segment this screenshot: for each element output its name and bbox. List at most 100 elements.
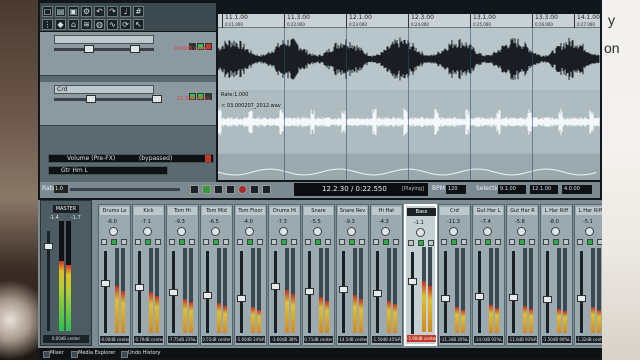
- pan-knob[interactable]: [152, 95, 162, 103]
- selection-end[interactable]: 12.1.00: [530, 185, 558, 194]
- lock-icon[interactable]: ◍: [94, 19, 105, 30]
- timeline-ruler[interactable]: 11.1.00 0:21.000 11.3.00 0:22.000 12.1.00 0…: [218, 14, 600, 28]
- mute-icon[interactable]: [339, 239, 345, 245]
- ripple-icon[interactable]: ≋: [81, 19, 92, 30]
- pan-knob[interactable]: [313, 227, 322, 236]
- snap-icon[interactable]: ⌂: [68, 19, 79, 30]
- channel-strip[interactable]: Tom Floor -4.0 -5.60dB 24%R: [234, 204, 267, 346]
- solo-icon[interactable]: [155, 239, 161, 245]
- channel-fader[interactable]: [373, 290, 382, 297]
- channel-strip[interactable]: L Har Riff -5.1 -1.32dB center: [574, 204, 602, 346]
- loop-toggle-icon[interactable]: [250, 185, 259, 194]
- channel-strip[interactable]: Tom Hi -9.3 -7.75dB 23%L: [166, 204, 199, 346]
- volume-knob[interactable]: [86, 95, 96, 103]
- mute-icon[interactable]: [543, 239, 549, 245]
- fx-icon[interactable]: [553, 239, 559, 245]
- pan-knob[interactable]: [381, 227, 390, 236]
- fx-icon[interactable]: [281, 239, 287, 245]
- channel-fader[interactable]: [577, 295, 586, 302]
- fx-icon[interactable]: [587, 239, 593, 245]
- channel-fader[interactable]: [339, 286, 348, 293]
- pan-knob[interactable]: [449, 227, 458, 236]
- pause-icon[interactable]: [214, 185, 223, 194]
- channel-fader[interactable]: [101, 280, 110, 287]
- solo-icon[interactable]: [223, 239, 229, 245]
- mute-icon[interactable]: [101, 239, 107, 245]
- mute-icon[interactable]: [441, 239, 447, 245]
- track-short-label[interactable]: Gtr Hm L: [48, 166, 168, 175]
- channel-fader[interactable]: [408, 278, 417, 285]
- time-display[interactable]: 12.2.30 / 0:22.550 [Playing]: [294, 183, 428, 196]
- track-header[interactable]: Crd -11.3dB 20%L: [40, 82, 216, 126]
- master-fader[interactable]: [44, 243, 53, 250]
- pan-knob[interactable]: [245, 227, 254, 236]
- envelope-lane-label[interactable]: Volume (Pre-FX) (bypassed): [48, 154, 214, 163]
- close-icon[interactable]: [205, 155, 211, 162]
- pan-knob[interactable]: [347, 227, 356, 236]
- fx-icon[interactable]: [349, 239, 355, 245]
- new-project-icon[interactable]: □: [42, 6, 53, 17]
- bpm-field[interactable]: 120: [446, 185, 466, 194]
- solo-icon[interactable]: [597, 239, 602, 245]
- mute-icon[interactable]: [169, 239, 175, 245]
- channel-strip[interactable]: Bass -1.1 -5.90dB center: [404, 204, 437, 346]
- mute-icon[interactable]: [408, 240, 414, 246]
- solo-icon[interactable]: [461, 239, 467, 245]
- channel-fader[interactable]: [509, 294, 518, 301]
- envelope-icon[interactable]: ∿: [107, 19, 118, 30]
- solo-icon[interactable]: [189, 239, 195, 245]
- mute-icon[interactable]: [305, 239, 311, 245]
- channel-name[interactable]: Hi Hat: [372, 207, 401, 215]
- fx-icon[interactable]: [485, 239, 491, 245]
- channel-strip[interactable]: L Har Riff -8.0 -1.50dB 90%L: [540, 204, 573, 346]
- channel-strip[interactable]: Kick -7.1 -0.79dB center: [132, 204, 165, 346]
- mute-icon[interactable]: [509, 239, 515, 245]
- fx-icon[interactable]: [247, 239, 253, 245]
- channel-fader[interactable]: [169, 289, 178, 296]
- play-icon[interactable]: [202, 185, 211, 194]
- channel-fader[interactable]: [305, 288, 314, 295]
- channel-strip[interactable]: Snare -5.5 0.71dB center: [302, 204, 335, 346]
- solo-icon[interactable]: [291, 239, 297, 245]
- channel-fader[interactable]: [237, 295, 246, 302]
- track-header[interactable]: -0.60dB center: [40, 32, 216, 76]
- solo-icon[interactable]: [325, 239, 331, 245]
- pan-knob[interactable]: [109, 227, 118, 236]
- mute-icon[interactable]: [475, 239, 481, 245]
- channel-name[interactable]: Tom Mid: [202, 207, 231, 215]
- pan-knob[interactable]: [279, 227, 288, 236]
- fx-icon[interactable]: [451, 239, 457, 245]
- channel-strip[interactable]: Drums Hi -7.3 -3.60dB 38%: [268, 204, 301, 346]
- undo-icon[interactable]: ↶: [94, 6, 105, 17]
- master-strip[interactable]: MASTER -1.4 -1.7 0.00dB center: [40, 200, 92, 346]
- selection-start[interactable]: 9.1.00: [498, 185, 526, 194]
- pan-knob[interactable]: [211, 227, 220, 236]
- mute-icon[interactable]: [203, 239, 209, 245]
- channel-name[interactable]: Snare: [304, 207, 333, 215]
- solo-icon[interactable]: [257, 239, 263, 245]
- channel-strip[interactable]: Snare Rev -9.3 -14.5dB center: [336, 204, 369, 346]
- mute-icon[interactable]: [373, 239, 379, 245]
- solo-icon[interactable]: [529, 239, 535, 245]
- channel-strip[interactable]: Hi Hat -4.3 -1.50dB 45%R: [370, 204, 403, 346]
- channel-fader[interactable]: [203, 292, 212, 299]
- channel-strip[interactable]: Gut Har L -7.4 -14.0dB 92%L: [472, 204, 505, 346]
- audio-item-lane[interactable]: [218, 28, 600, 90]
- go-end-icon[interactable]: [262, 185, 271, 194]
- pan-knob[interactable]: [416, 228, 425, 237]
- fx-icon[interactable]: [145, 239, 151, 245]
- channel-name[interactable]: Gut Har R: [508, 207, 537, 215]
- envelope-lane[interactable]: [218, 154, 600, 180]
- channel-name[interactable]: L Har Riff: [542, 207, 571, 215]
- channel-name[interactable]: Tom Floor: [236, 207, 265, 215]
- track-name[interactable]: Crd: [54, 85, 154, 94]
- channel-name[interactable]: Drums Lo: [100, 207, 129, 215]
- solo-icon[interactable]: [121, 239, 127, 245]
- metronome-icon[interactable]: ♩: [120, 6, 131, 17]
- pan-knob[interactable]: [143, 227, 152, 236]
- channel-fader[interactable]: [441, 295, 450, 302]
- track-name[interactable]: [54, 35, 154, 44]
- tab-undo-history[interactable]: Undo History: [120, 349, 160, 358]
- solo-icon[interactable]: [393, 239, 399, 245]
- pan-knob[interactable]: [483, 227, 492, 236]
